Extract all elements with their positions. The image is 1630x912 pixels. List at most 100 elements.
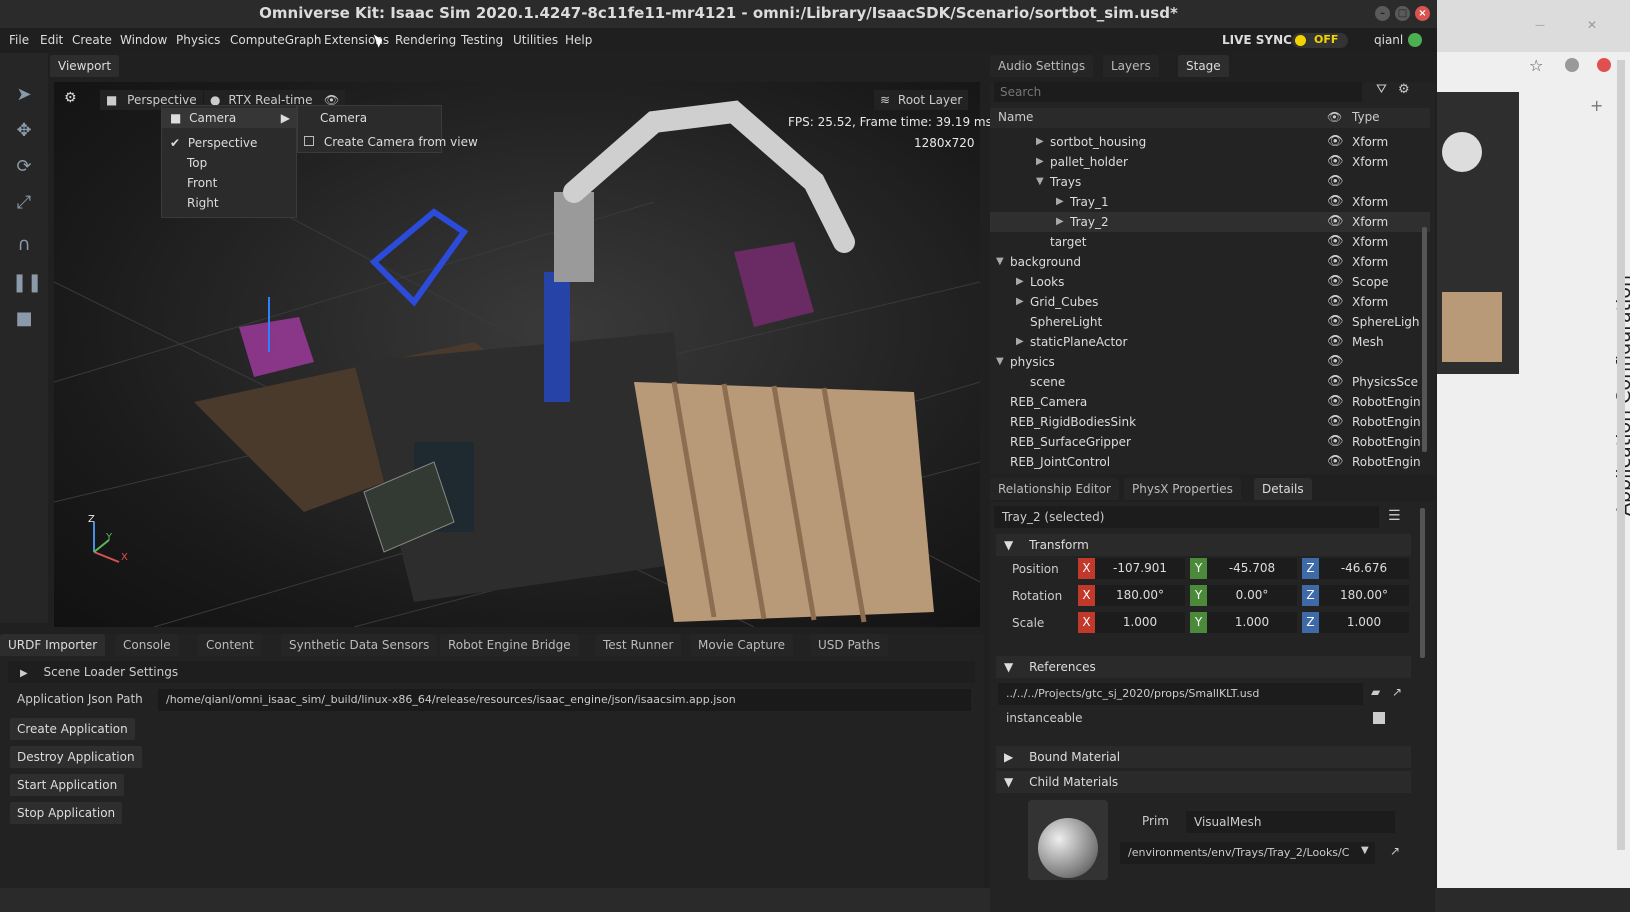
menu-file[interactable]: File <box>9 33 29 47</box>
visibility-eye-icon[interactable]: 👁 <box>1327 432 1344 452</box>
visibility-eye-icon[interactable]: 👁 <box>1327 312 1344 332</box>
browser-minimize-icon[interactable]: — <box>1535 20 1545 31</box>
menu-utilities[interactable]: Utilities <box>513 33 558 47</box>
pause-icon[interactable]: ❚❚ <box>12 271 42 295</box>
stage-row[interactable]: ▶ pallet_holder 👁 Xform <box>990 152 1430 172</box>
browser-scrollbar[interactable] <box>1617 60 1625 850</box>
bookmark-star-icon[interactable]: ☆ <box>1529 56 1543 75</box>
stage-row[interactable]: ▶ Grid_Cubes 👁 Xform <box>990 292 1430 312</box>
visibility-eye-icon[interactable]: 👁 <box>1327 212 1344 232</box>
menu-perspective[interactable]: ✔ Perspective <box>162 133 257 153</box>
close-icon[interactable]: × <box>1415 6 1430 21</box>
add-tab-icon[interactable]: + <box>1590 96 1603 115</box>
stage-row[interactable]: REB_Camera 👁 RobotEngin <box>990 392 1430 412</box>
folder-icon[interactable]: ▰ <box>1371 685 1380 699</box>
position-x-field[interactable]: -107.901 <box>1095 558 1185 579</box>
rotation-x-field[interactable]: 180.00° <box>1095 585 1185 606</box>
expand-down-icon[interactable]: ▼ <box>1036 172 1044 192</box>
rotation-y-field[interactable]: 0.00° <box>1207 585 1297 606</box>
root-layer-button[interactable]: ≋ Root Layer <box>874 90 969 110</box>
stage-settings-icon[interactable]: ⚙ <box>1398 82 1410 97</box>
props-scrollbar[interactable] <box>1420 508 1425 658</box>
stage-search-input[interactable] <box>994 82 1362 102</box>
selected-prim-field[interactable]: Tray_2 (selected) <box>994 506 1379 528</box>
menu-create[interactable]: Create <box>72 33 112 47</box>
tab-test-runner[interactable]: Test Runner <box>595 634 682 656</box>
menu-edit[interactable]: Edit <box>40 33 63 47</box>
menu-window[interactable]: Window <box>120 33 167 47</box>
scene-loader-section[interactable]: ▶ Scene Loader Settings <box>8 661 975 683</box>
viewport-settings-icon[interactable]: ⚙ <box>64 90 77 106</box>
menu-help[interactable]: Help <box>565 33 592 47</box>
visibility-eye-icon[interactable]: 👁 <box>1327 252 1344 272</box>
position-z-field[interactable]: -46.676 <box>1319 558 1409 579</box>
extension-icon[interactable] <box>1597 58 1611 72</box>
scale-x-field[interactable]: 1.000 <box>1095 612 1185 633</box>
tab-usd-paths[interactable]: USD Paths <box>810 634 889 656</box>
expand-right-icon[interactable]: ▶ <box>1016 332 1024 352</box>
tab-audio-settings[interactable]: Audio Settings <box>990 55 1094 77</box>
menu-right[interactable]: Right <box>162 193 219 213</box>
stage-row[interactable]: REB_RigidBodiesSink 👁 RobotEngin <box>990 412 1430 432</box>
stage-row[interactable]: ▶ Tray_2 👁 Xform <box>990 212 1430 232</box>
visibility-eye-icon[interactable]: 👁 <box>1327 152 1344 172</box>
scale-tool-icon[interactable]: ⤢ <box>12 191 36 215</box>
profile-icon[interactable] <box>1565 58 1579 72</box>
menu-testing[interactable]: Testing <box>461 33 503 47</box>
menu-top[interactable]: Top <box>162 153 207 173</box>
tab-stage[interactable]: Stage <box>1178 55 1229 77</box>
reference-path-field[interactable]: ../../../Projects/gtc_sj_2020/props/Smal… <box>998 683 1363 705</box>
rotation-z-field[interactable]: 180.00° <box>1319 585 1409 606</box>
visibility-eye-icon[interactable]: 👁 <box>1327 372 1344 392</box>
stage-scrollbar[interactable] <box>1422 227 1427 452</box>
tab-synthetic-data-sensors[interactable]: Synthetic Data Sensors <box>281 634 438 656</box>
tab-layers[interactable]: Layers <box>1103 55 1159 77</box>
expand-down-icon[interactable]: ▼ <box>996 252 1004 272</box>
stage-row[interactable]: ▼ background 👁 Xform <box>990 252 1430 272</box>
browser-close-icon[interactable]: ✕ <box>1587 18 1597 32</box>
visibility-eye-icon[interactable]: 👁 <box>1327 272 1344 292</box>
rotate-tool-icon[interactable]: ⟳ <box>12 155 36 179</box>
stage-row[interactable]: ▶ sortbot_housing 👁 Xform <box>990 132 1430 152</box>
transform-section[interactable]: ▼ Transform <box>996 534 1411 556</box>
tab-physx-properties[interactable]: PhysX Properties <box>1124 478 1241 500</box>
expand-right-icon[interactable]: ▶ <box>1036 132 1044 152</box>
references-section[interactable]: ▼ References <box>996 656 1411 678</box>
menu-front[interactable]: Front <box>162 173 217 193</box>
submenu-create-camera[interactable]: Create Camera from view <box>298 132 478 152</box>
material-path-dropdown[interactable]: /environments/env/Trays/Tray_2/Looks/C <box>1120 842 1375 864</box>
visibility-eye-icon[interactable]: 👁 <box>1327 452 1344 472</box>
minimize-icon[interactable]: – <box>1375 6 1390 21</box>
stage-row[interactable]: ▶ Looks 👁 Scope <box>990 272 1430 292</box>
visibility-eye-icon[interactable]: 👁 <box>1327 352 1344 372</box>
live-sync-toggle[interactable]: OFF <box>1292 33 1348 48</box>
stage-row[interactable]: REB_JointControl 👁 RobotEngin <box>990 452 1430 472</box>
open-external-icon[interactable]: ↗ <box>1390 844 1400 858</box>
stage-row[interactable]: ▼ Trays 👁 <box>990 172 1430 192</box>
tab-content[interactable]: Content <box>198 634 262 656</box>
open-external-icon[interactable]: ↗ <box>1392 685 1402 699</box>
tab-relationship-editor[interactable]: Relationship Editor <box>990 478 1119 500</box>
visibility-eye-icon[interactable]: 👁 <box>1327 132 1344 152</box>
tab-urdf-importer[interactable]: URDF Importer <box>0 634 106 656</box>
expand-right-icon[interactable]: ▶ <box>1036 152 1044 172</box>
json-path-field[interactable]: /home/qianl/omni_isaac_sim/_build/linux-… <box>158 689 971 711</box>
scale-z-field[interactable]: 1.000 <box>1319 612 1409 633</box>
visibility-eye-icon[interactable]: 👁 <box>1327 412 1344 432</box>
visibility-eye-icon[interactable]: 👁 <box>1327 332 1344 352</box>
bound-material-section[interactable]: ▶ Bound Material <box>996 746 1411 768</box>
expand-right-icon[interactable]: ▶ <box>1016 272 1024 292</box>
visibility-eye-icon[interactable]: 👁 <box>1327 192 1344 212</box>
stage-row[interactable]: target 👁 Xform <box>990 232 1430 252</box>
menu-computegraph[interactable]: ComputeGraph <box>230 33 322 47</box>
submenu-camera[interactable]: Camera <box>298 108 367 128</box>
tab-console[interactable]: Console <box>115 634 179 656</box>
stage-row[interactable]: SphereLight 👁 SphereLigh <box>990 312 1430 332</box>
tab-robot-engine-bridge[interactable]: Robot Engine Bridge <box>440 634 579 656</box>
tab-movie-capture[interactable]: Movie Capture <box>690 634 794 656</box>
snap-tool-icon[interactable]: ∩ <box>12 233 36 257</box>
menu-icon[interactable]: ☰ <box>1388 508 1401 524</box>
expand-right-icon[interactable]: ▶ <box>1056 192 1064 212</box>
expand-down-icon[interactable]: ▼ <box>996 352 1004 372</box>
destroy-application-button[interactable]: Destroy Application <box>10 746 142 768</box>
